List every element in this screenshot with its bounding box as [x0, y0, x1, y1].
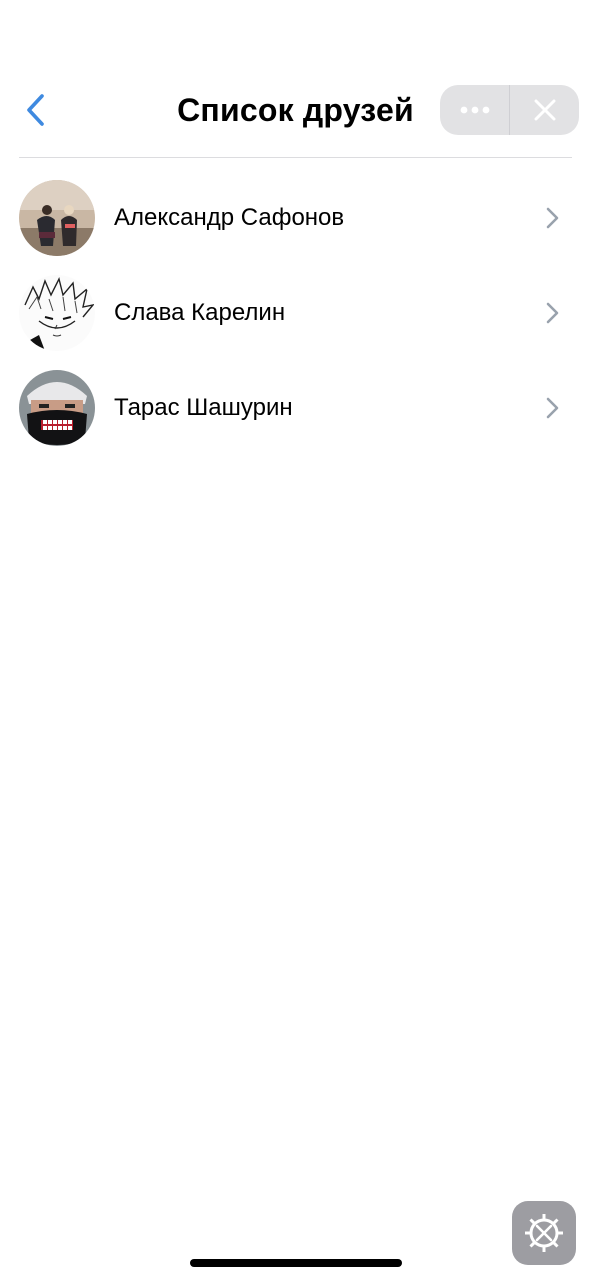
home-indicator: [190, 1259, 402, 1267]
more-button[interactable]: [440, 85, 509, 135]
mini-app-capsule: [440, 85, 579, 135]
chevron-right-icon: [546, 397, 559, 419]
avatar: [19, 180, 95, 256]
close-icon: [534, 99, 555, 121]
friend-name: Тарас Шашурин: [114, 394, 293, 421]
close-button[interactable]: [510, 85, 579, 135]
friend-row[interactable]: Слава Карелин: [0, 265, 591, 360]
friends-list: Александр Сафонов Слава Карелин Тарас Ша…: [0, 170, 591, 455]
avatar: [19, 275, 95, 351]
gear-icon: [525, 1214, 563, 1252]
header-divider: [19, 157, 572, 158]
settings-button[interactable]: [512, 1201, 576, 1265]
header: Список друзей: [0, 0, 591, 158]
ellipsis-icon: [460, 106, 489, 114]
chevron-right-icon: [546, 207, 559, 229]
friend-name: Александр Сафонов: [114, 204, 345, 231]
friend-row[interactable]: Александр Сафонов: [0, 170, 591, 265]
friend-row[interactable]: Тарас Шашурин: [0, 360, 591, 455]
friend-name: Слава Карелин: [114, 299, 286, 326]
chevron-right-icon: [546, 302, 559, 324]
avatar: [19, 370, 95, 446]
